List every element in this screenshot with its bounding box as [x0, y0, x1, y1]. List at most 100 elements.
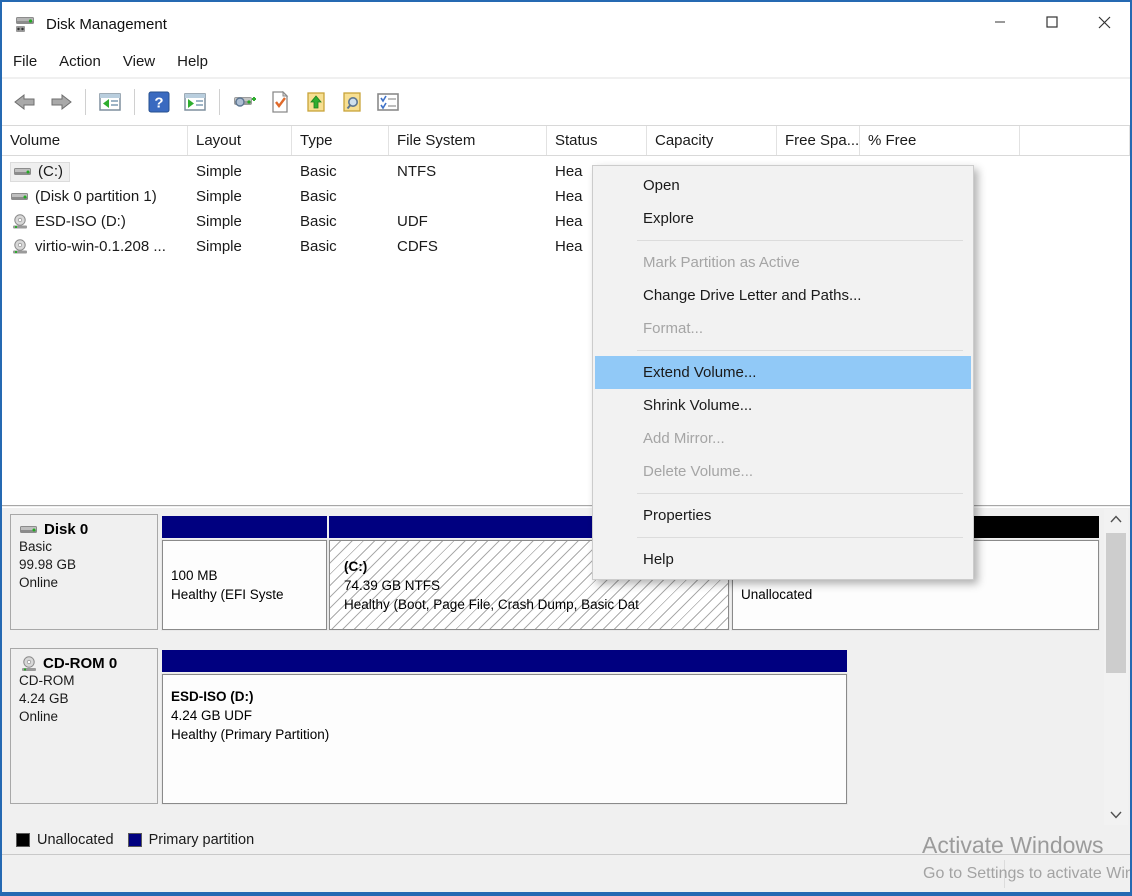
menu-view[interactable]: View [112, 48, 166, 75]
rescan-disks-button[interactable] [229, 87, 259, 117]
volume-name: ESD-ISO (D:) [35, 213, 126, 230]
unallocated-swatch [16, 833, 30, 847]
back-button[interactable] [10, 87, 40, 117]
cdrom0-status: Online [19, 708, 149, 726]
volume-name: (Disk 0 partition 1) [35, 188, 157, 205]
toolbar-separator [85, 89, 86, 115]
chevron-up-icon [1110, 515, 1122, 523]
toolbar-separator [134, 89, 135, 115]
scrollbar-thumb[interactable] [1106, 533, 1126, 673]
menu-item-format: Format... [595, 312, 971, 345]
partition-body: ESD-ISO (D:) 4.24 GB UDF Healthy (Primar… [162, 674, 847, 804]
help-icon: ? [148, 91, 170, 113]
legend-bar: Unallocated Primary partition [2, 825, 1130, 855]
help-button[interactable]: ? [144, 87, 174, 117]
disk0-info-box[interactable]: Disk 0 Basic 99.98 GB Online [10, 514, 158, 630]
show-action-pane-button[interactable] [180, 87, 210, 117]
menu-item-delete-volume: Delete Volume... [595, 455, 971, 488]
menu-item-change-drive-letter[interactable]: Change Drive Letter and Paths... [595, 279, 971, 312]
partition-efi[interactable]: 100 MB Healthy (EFI Syste [162, 516, 327, 630]
file-system-cell: UDF [389, 213, 547, 230]
partition-status: Healthy (EFI Syste [171, 585, 326, 604]
cdrom0-info-box[interactable]: CD-ROM 0 CD-ROM 4.24 GB Online [10, 648, 158, 804]
column-header-layout[interactable]: Layout [188, 126, 292, 155]
chevron-down-icon [1110, 811, 1122, 819]
column-header-status[interactable]: Status [547, 126, 647, 155]
menu-item-properties[interactable]: Properties [595, 499, 971, 532]
partition-status: Unallocated [741, 585, 1098, 604]
svg-text:?: ? [154, 95, 163, 112]
task-list-button[interactable] [373, 87, 403, 117]
column-header-free-space[interactable]: Free Spa... [777, 126, 860, 155]
cd-icon [10, 239, 30, 254]
partition-d[interactable]: ESD-ISO (D:) 4.24 GB UDF Healthy (Primar… [162, 650, 847, 804]
menu-help[interactable]: Help [166, 48, 219, 75]
menu-item-open[interactable]: Open [595, 169, 971, 202]
menu-bar: File Action View Help [2, 46, 1130, 78]
volume-cell: (Disk 0 partition 1) [2, 188, 188, 205]
maximize-button[interactable] [1026, 2, 1078, 42]
selected-volume-box: (C:) [10, 162, 70, 182]
volume-table-header: Volume Layout Type File System Status Ca… [2, 126, 1130, 156]
maximize-icon [1046, 16, 1058, 28]
status-bar-divider [1004, 860, 1005, 888]
menu-item-mark-partition-active: Mark Partition as Active [595, 246, 971, 279]
drive-icon [13, 164, 33, 179]
scroll-down-button[interactable] [1104, 805, 1128, 825]
menu-separator [637, 537, 963, 538]
menu-file[interactable]: File [2, 48, 48, 75]
disk0-status: Online [19, 574, 149, 592]
volume-name: (C:) [38, 163, 63, 180]
disk-management-window: Disk Management File Action View Help [0, 0, 1132, 896]
partition-body: 100 MB Healthy (EFI Syste [162, 540, 327, 630]
type-cell: Basic [292, 238, 389, 255]
type-cell: Basic [292, 213, 389, 230]
folder-up-button[interactable] [301, 87, 331, 117]
layout-cell: Simple [188, 188, 292, 205]
disk0-title: Disk 0 [19, 521, 149, 538]
scroll-up-button[interactable] [1104, 509, 1128, 529]
partition-bar [162, 650, 847, 672]
folder-search-icon [342, 91, 362, 113]
console-tree-icon [98, 92, 122, 112]
menu-item-explore[interactable]: Explore [595, 202, 971, 235]
show-console-tree-button[interactable] [95, 87, 125, 117]
vertical-scrollbar[interactable] [1104, 509, 1128, 825]
layout-cell: Simple [188, 213, 292, 230]
check-document-button[interactable] [265, 87, 295, 117]
cdrom0-size: 4.24 GB [19, 690, 149, 708]
column-header-percent-free[interactable]: % Free [860, 126, 1020, 155]
menu-item-extend-volume[interactable]: Extend Volume... [595, 356, 971, 389]
drive-icon [10, 189, 30, 204]
column-header-file-system[interactable]: File System [389, 126, 547, 155]
partition-status: Healthy (Primary Partition) [171, 725, 846, 744]
legend-label-unallocated: Unallocated [37, 832, 114, 848]
column-header-capacity[interactable]: Capacity [647, 126, 777, 155]
forward-button[interactable] [46, 87, 76, 117]
minimize-button[interactable] [974, 2, 1026, 42]
type-cell: Basic [292, 163, 389, 180]
rescan-disks-icon [231, 92, 257, 112]
folder-search-button[interactable] [337, 87, 367, 117]
partition-status: Healthy (Boot, Page File, Crash Dump, Ba… [344, 595, 728, 614]
menu-separator [637, 493, 963, 494]
partition-size: 4.24 GB UDF [171, 706, 846, 725]
menu-action[interactable]: Action [48, 48, 112, 75]
menu-item-help[interactable]: Help [595, 543, 971, 576]
volume-cell: (C:) [2, 162, 188, 182]
status-bar [2, 856, 1130, 892]
column-header-filler [1020, 126, 1130, 155]
column-header-volume[interactable]: Volume [2, 126, 188, 155]
check-document-icon [270, 91, 290, 113]
cd-icon [19, 656, 39, 672]
file-system-cell: CDFS [389, 238, 547, 255]
partition-title: ESD-ISO (D:) [171, 687, 846, 706]
menu-item-shrink-volume[interactable]: Shrink Volume... [595, 389, 971, 422]
cdrom0-name: CD-ROM 0 [43, 655, 117, 672]
close-button[interactable] [1078, 2, 1130, 42]
column-header-type[interactable]: Type [292, 126, 389, 155]
partition-size: 100 MB [171, 566, 326, 585]
disk-management-app-icon [14, 15, 36, 33]
close-icon [1098, 16, 1111, 29]
back-arrow-icon [13, 92, 37, 112]
